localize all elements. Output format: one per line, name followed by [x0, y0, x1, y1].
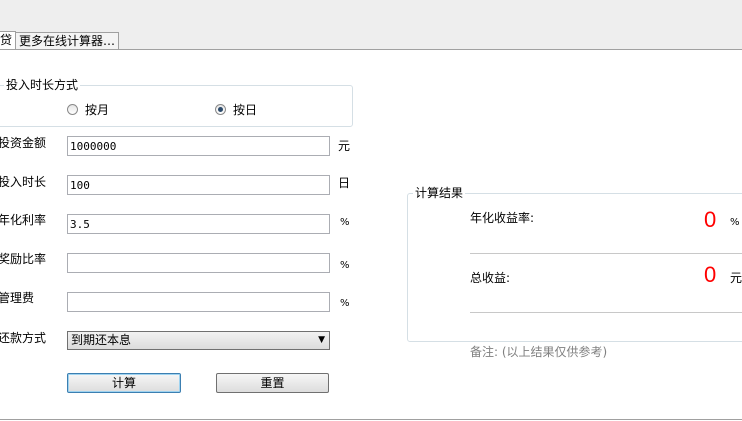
chevron-down-icon: ▼ — [318, 335, 325, 345]
duration-unit: 日 — [338, 176, 351, 190]
bottom-border — [0, 419, 742, 420]
annual-rate-input[interactable] — [67, 214, 330, 234]
duration-input[interactable] — [67, 175, 330, 195]
annual-rate-label: 年化利率 — [0, 213, 47, 227]
result-divider — [470, 312, 742, 313]
radio-by-month-label[interactable]: 按月 — [85, 103, 109, 117]
repayment-selected: 到期还本息 — [71, 333, 132, 347]
annual-yield-unit: % — [730, 217, 740, 228]
result-divider — [470, 253, 742, 254]
duration-label: 投入时长 — [0, 175, 47, 189]
result-legend: 计算结果 — [413, 186, 466, 200]
repayment-select[interactable]: 到期还本息 ▼ — [67, 331, 330, 350]
radio-by-day[interactable] — [215, 104, 226, 115]
total-income-value: 0 — [704, 262, 717, 287]
reward-rate-label: 奖励比率 — [0, 252, 47, 266]
tab-more-calculators[interactable]: 更多在线计算器… — [15, 32, 119, 49]
annual-yield-value: 0 — [704, 207, 717, 232]
reward-rate-input[interactable] — [67, 253, 330, 273]
duration-mode-legend: 投入时长方式 — [4, 78, 81, 92]
result-group — [407, 193, 742, 342]
radio-by-month[interactable] — [67, 104, 78, 115]
management-fee-unit: % — [340, 298, 350, 309]
tab-label: 贷 — [0, 33, 13, 47]
reward-rate-unit: % — [340, 260, 350, 271]
management-fee-label: 管理费 — [0, 291, 35, 305]
annual-rate-unit: % — [340, 217, 350, 228]
amount-unit: 元 — [338, 139, 351, 153]
annual-yield-label: 年化收益率: — [470, 211, 535, 225]
repayment-label: 还款方式 — [0, 331, 47, 345]
total-income-unit: 元 — [730, 271, 742, 285]
amount-label: 投资金额 — [0, 136, 47, 150]
tab-divider — [0, 49, 742, 50]
total-income-label: 总收益: — [470, 271, 511, 285]
tab-loan[interactable]: 贷 — [0, 31, 16, 50]
note-text: 备注: (以上结果仅供参考) — [470, 345, 608, 359]
management-fee-input[interactable] — [67, 292, 330, 312]
radio-by-day-label[interactable]: 按日 — [233, 103, 257, 117]
calculate-button[interactable]: 计算 — [67, 373, 181, 393]
amount-input[interactable] — [67, 136, 330, 156]
tab-label: 更多在线计算器… — [19, 34, 116, 48]
reset-button[interactable]: 重置 — [216, 373, 329, 393]
